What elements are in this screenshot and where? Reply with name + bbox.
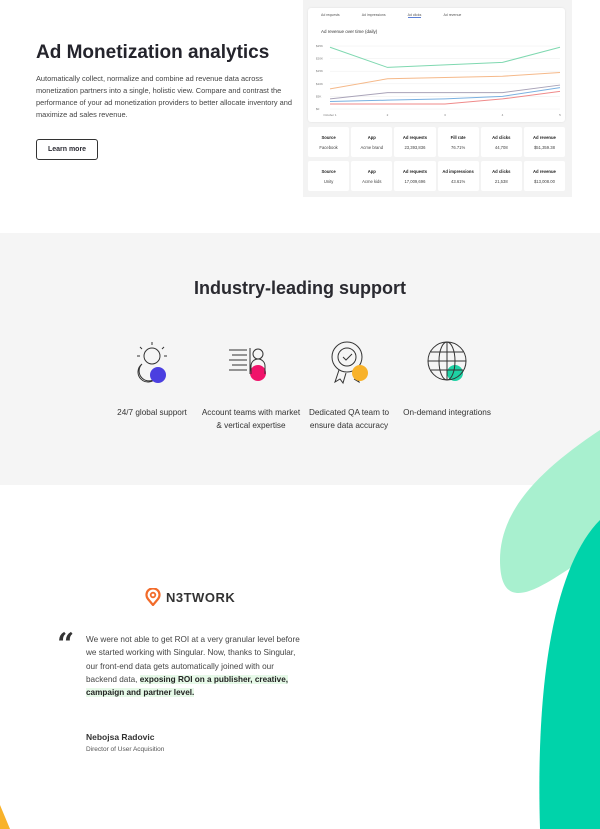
cell-header: Ad revenue	[533, 169, 556, 174]
x-tick-label: 2	[387, 113, 389, 117]
sun-moon-icon	[137, 342, 167, 383]
feature-label: Dedicated QA team to ensure data accurac…	[308, 408, 390, 430]
cell-header: Ad requests	[402, 169, 428, 174]
y-tick-label: $15K	[316, 69, 323, 73]
author-role: Director of User Acquisition	[86, 746, 165, 753]
cell-value: Acme brand	[360, 145, 384, 150]
feature-label: On-demand integrations	[403, 408, 491, 417]
x-tick-label: October 1	[323, 113, 337, 117]
cell-header: Ad revenue	[533, 135, 556, 140]
y-tick-label: $25K	[316, 44, 323, 48]
revenue-line-chart: $0 $5K $10K $15K $20K $25K October 1 2 3 4 5	[316, 44, 561, 117]
hero-description: Automatically collect, normalize and com…	[36, 74, 292, 119]
table-cell: Source Unity	[308, 161, 350, 191]
y-tick-label: $10K	[316, 82, 323, 86]
n3twork-logo-icon	[145, 588, 161, 606]
cell-header: App	[367, 135, 376, 140]
table-cell: Ad clicks 21,538	[480, 161, 522, 191]
award-badge-icon	[331, 341, 368, 385]
testimonial-quote: We were not able to get ROI at a very gr…	[86, 633, 301, 699]
cell-header: Fill rate	[450, 135, 466, 140]
cell-value: 76.71%	[451, 145, 466, 150]
cell-value: 17,009,696	[404, 179, 426, 184]
table-cell: Ad clicks 44,708	[480, 127, 522, 157]
quote-icon: “	[57, 627, 75, 662]
series-line-gray	[329, 84, 561, 100]
chart-card: Ad requests Ad impressions Ad clicks Ad …	[308, 8, 565, 122]
learn-more-button[interactable]: Learn more	[36, 139, 98, 160]
table-cell: App Acme kids	[351, 161, 393, 191]
series-line-orange	[329, 71, 561, 90]
series-line-green	[329, 46, 561, 68]
table-cell: App Acme brand	[351, 127, 393, 157]
table-cell: Ad revenue $51,359.38	[523, 127, 566, 157]
cell-header: Source	[321, 169, 336, 174]
table-cell: Fill rate 76.71%	[437, 127, 479, 157]
cell-value: Unity	[323, 179, 334, 184]
cell-header: Ad impressions	[442, 169, 474, 174]
feature-label: 24/7 global support	[117, 408, 187, 417]
cell-value: 23,393,836	[404, 145, 426, 150]
feature-integrations: On-demand integrations	[397, 340, 497, 419]
cell-header: Source	[321, 135, 336, 140]
cell-header: Ad requests	[402, 135, 428, 140]
n3twork-logo: N3TWORK	[145, 588, 235, 606]
cell-value: $51,359.38	[533, 145, 555, 150]
table-cell: Ad impressions 43.61%	[437, 161, 479, 191]
x-tick-label: 4	[502, 113, 504, 117]
cell-value: $13,008.00	[533, 179, 555, 184]
dashboard-mockup: Ad requests Ad impressions Ad clicks Ad …	[303, 0, 572, 197]
table-cell: Ad requests 17,009,696	[394, 161, 436, 191]
cell-header: Ad clicks	[492, 169, 511, 174]
table-row: Source Facebook App Acme brand Ad requests 23…	[308, 127, 566, 157]
hero-title: Ad Monetization analytics	[36, 42, 270, 63]
cell-value: Acme kids	[362, 179, 382, 184]
x-tick-label: 5	[559, 113, 561, 117]
table-row: Source Unity App Acme kids Ad requests 17,009…	[308, 161, 566, 191]
feature-label: Account teams with market & vertical exp…	[201, 408, 301, 430]
x-tick-label: 3	[444, 113, 446, 117]
cell-value: Facebook	[319, 145, 338, 150]
decorative-blob	[0, 430, 600, 829]
feature-account-teams: Account teams with market & vertical exp…	[201, 340, 301, 432]
author-name: Nebojsa Radovic	[86, 732, 155, 742]
account-team-icon	[229, 348, 266, 381]
feature-global-support: 24/7 global support	[102, 340, 202, 419]
table-cell: Source Facebook	[308, 127, 350, 157]
table-cell: Ad revenue $13,008.00	[523, 161, 566, 191]
cell-header: Ad clicks	[492, 135, 511, 140]
y-tick-label: $5K	[316, 94, 321, 98]
feature-qa-team: Dedicated QA team to ensure data accurac…	[299, 340, 399, 432]
cell-value: 21,538	[494, 179, 508, 184]
y-tick-label: $0	[316, 107, 320, 111]
brand-name: N3TWORK	[166, 589, 236, 605]
y-tick-label: $20K	[316, 57, 323, 61]
cell-value: 43.61%	[451, 179, 466, 184]
cell-header: App	[367, 169, 376, 174]
support-title: Industry-leading support	[193, 278, 406, 298]
globe-icon	[427, 341, 467, 381]
cell-value: 44,708	[494, 145, 508, 150]
table-cell: Ad requests 23,393,836	[394, 127, 436, 157]
